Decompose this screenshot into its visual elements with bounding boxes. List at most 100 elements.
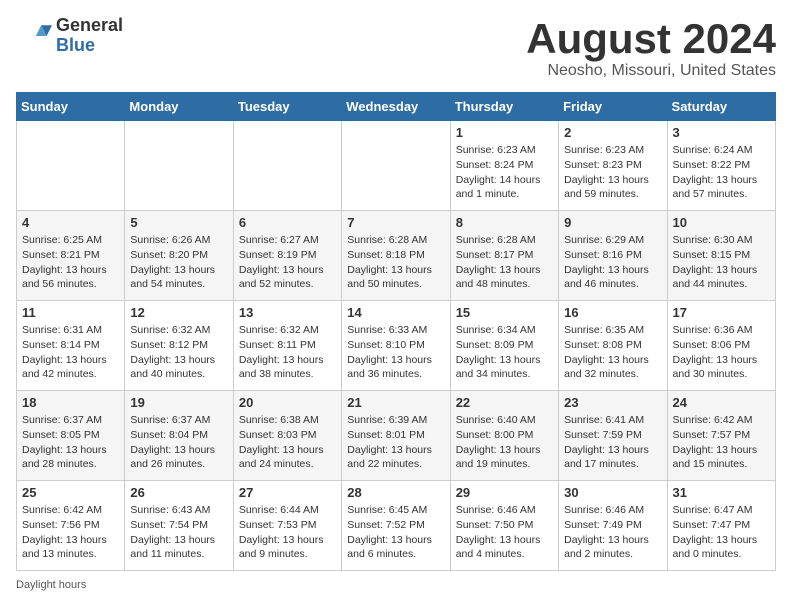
calendar-day-cell: 19 Sunrise: 6:37 AM Sunset: 8:04 PM Dayli… bbox=[125, 391, 233, 481]
calendar-header-cell: Monday bbox=[125, 93, 233, 121]
logo-blue-text: Blue bbox=[56, 36, 123, 56]
day-number: 8 bbox=[456, 215, 553, 230]
day-number: 2 bbox=[564, 125, 661, 140]
calendar-day-cell: 23 Sunrise: 6:41 AM Sunset: 7:59 PM Dayli… bbox=[559, 391, 667, 481]
day-info: Sunrise: 6:39 AM Sunset: 8:01 PM Dayligh… bbox=[347, 413, 444, 472]
day-number: 19 bbox=[130, 395, 227, 410]
day-number: 15 bbox=[456, 305, 553, 320]
day-info: Sunrise: 6:42 AM Sunset: 7:57 PM Dayligh… bbox=[673, 413, 770, 472]
day-info: Sunrise: 6:36 AM Sunset: 8:06 PM Dayligh… bbox=[673, 323, 770, 382]
day-number: 18 bbox=[22, 395, 119, 410]
calendar-day-cell: 30Sunrise: 6:46 AM Sunset: 7:49 PM Dayli… bbox=[559, 481, 667, 571]
day-info: Sunrise: 6:37 AM Sunset: 8:05 PM Dayligh… bbox=[22, 413, 119, 472]
day-info: Sunrise: 6:35 AM Sunset: 8:08 PM Dayligh… bbox=[564, 323, 661, 382]
calendar-week-row: 18 Sunrise: 6:37 AM Sunset: 8:05 PM Dayli… bbox=[17, 391, 776, 481]
calendar-table: SundayMondayTuesdayWednesdayThursdayFrid… bbox=[16, 92, 776, 571]
day-info: Sunrise: 6:25 AM Sunset: 8:21 PM Dayligh… bbox=[22, 233, 119, 292]
day-number: 9 bbox=[564, 215, 661, 230]
calendar-day-cell: 21Sunrise: 6:39 AM Sunset: 8:01 PM Dayli… bbox=[342, 391, 450, 481]
logo: General Blue bbox=[16, 16, 123, 56]
day-info: Sunrise: 6:24 AM Sunset: 8:22 PM Dayligh… bbox=[673, 143, 770, 202]
day-number: 12 bbox=[130, 305, 227, 320]
day-info: Sunrise: 6:23 AM Sunset: 8:24 PM Dayligh… bbox=[456, 143, 553, 202]
day-number: 4 bbox=[22, 215, 119, 230]
day-info: Sunrise: 6:29 AM Sunset: 8:16 PM Dayligh… bbox=[564, 233, 661, 292]
calendar-header-cell: Saturday bbox=[667, 93, 775, 121]
calendar-day-cell: 24 Sunrise: 6:42 AM Sunset: 7:57 PM Dayli… bbox=[667, 391, 775, 481]
day-info: Sunrise: 6:32 AM Sunset: 8:11 PM Dayligh… bbox=[239, 323, 336, 382]
calendar-day-cell: 2 Sunrise: 6:23 AM Sunset: 8:23 PM Daylig… bbox=[559, 121, 667, 211]
day-number: 28 bbox=[347, 485, 444, 500]
calendar-day-cell: 10Sunrise: 6:30 AM Sunset: 8:15 PM Dayli… bbox=[667, 211, 775, 301]
calendar-day-cell: 11Sunrise: 6:31 AM Sunset: 8:14 PM Dayli… bbox=[17, 301, 125, 391]
day-number: 6 bbox=[239, 215, 336, 230]
day-info: Sunrise: 6:23 AM Sunset: 8:23 PM Dayligh… bbox=[564, 143, 661, 202]
day-info: Sunrise: 6:46 AM Sunset: 7:49 PM Dayligh… bbox=[564, 503, 661, 562]
calendar-day-cell: 9 Sunrise: 6:29 AM Sunset: 8:16 PM Daylig… bbox=[559, 211, 667, 301]
day-number: 27 bbox=[239, 485, 336, 500]
calendar-day-cell: 4 Sunrise: 6:25 AM Sunset: 8:21 PM Daylig… bbox=[17, 211, 125, 301]
calendar-day-cell: 22 Sunrise: 6:40 AM Sunset: 8:00 PM Dayli… bbox=[450, 391, 558, 481]
day-info: Sunrise: 6:32 AM Sunset: 8:12 PM Dayligh… bbox=[130, 323, 227, 382]
logo-general-text: General bbox=[56, 16, 123, 36]
day-info: Sunrise: 6:41 AM Sunset: 7:59 PM Dayligh… bbox=[564, 413, 661, 472]
logo-text: General Blue bbox=[56, 16, 123, 56]
calendar-day-cell: 18 Sunrise: 6:37 AM Sunset: 8:05 PM Dayli… bbox=[17, 391, 125, 481]
calendar-day-cell: 29 Sunrise: 6:46 AM Sunset: 7:50 PM Dayli… bbox=[450, 481, 558, 571]
calendar-header-cell: Friday bbox=[559, 93, 667, 121]
header: General Blue August 2024 Neosho, Missour… bbox=[16, 16, 776, 80]
calendar-day-cell: 26Sunrise: 6:43 AM Sunset: 7:54 PM Dayli… bbox=[125, 481, 233, 571]
logo-icon bbox=[16, 18, 52, 54]
calendar-day-cell: 31Sunrise: 6:47 AM Sunset: 7:47 PM Dayli… bbox=[667, 481, 775, 571]
day-number: 7 bbox=[347, 215, 444, 230]
calendar-week-row: 1 Sunrise: 6:23 AM Sunset: 8:24 PM Daylig… bbox=[17, 121, 776, 211]
calendar-week-row: 4 Sunrise: 6:25 AM Sunset: 8:21 PM Daylig… bbox=[17, 211, 776, 301]
calendar-week-row: 11Sunrise: 6:31 AM Sunset: 8:14 PM Dayli… bbox=[17, 301, 776, 391]
calendar-day-cell: 6 Sunrise: 6:27 AM Sunset: 8:19 PM Daylig… bbox=[233, 211, 341, 301]
day-number: 22 bbox=[456, 395, 553, 410]
calendar-header-cell: Wednesday bbox=[342, 93, 450, 121]
calendar-day-cell: 5 Sunrise: 6:26 AM Sunset: 8:20 PM Daylig… bbox=[125, 211, 233, 301]
calendar-day-cell: 13Sunrise: 6:32 AM Sunset: 8:11 PM Dayli… bbox=[233, 301, 341, 391]
calendar-header-cell: Sunday bbox=[17, 93, 125, 121]
day-info: Sunrise: 6:30 AM Sunset: 8:15 PM Dayligh… bbox=[673, 233, 770, 292]
calendar-day-cell: 12 Sunrise: 6:32 AM Sunset: 8:12 PM Dayli… bbox=[125, 301, 233, 391]
calendar-subtitle: Neosho, Missouri, United States bbox=[526, 62, 776, 80]
calendar-day-cell bbox=[233, 121, 341, 211]
day-info: Sunrise: 6:34 AM Sunset: 8:09 PM Dayligh… bbox=[456, 323, 553, 382]
calendar-week-row: 25 Sunrise: 6:42 AM Sunset: 7:56 PM Dayli… bbox=[17, 481, 776, 571]
calendar-day-cell: 15 Sunrise: 6:34 AM Sunset: 8:09 PM Dayli… bbox=[450, 301, 558, 391]
day-number: 24 bbox=[673, 395, 770, 410]
day-info: Sunrise: 6:28 AM Sunset: 8:18 PM Dayligh… bbox=[347, 233, 444, 292]
day-number: 14 bbox=[347, 305, 444, 320]
calendar-title: August 2024 bbox=[526, 16, 776, 62]
calendar-day-cell: 28Sunrise: 6:45 AM Sunset: 7:52 PM Dayli… bbox=[342, 481, 450, 571]
calendar-day-cell: 8Sunrise: 6:28 AM Sunset: 8:17 PM Daylig… bbox=[450, 211, 558, 301]
calendar-day-cell: 7 Sunrise: 6:28 AM Sunset: 8:18 PM Daylig… bbox=[342, 211, 450, 301]
day-number: 1 bbox=[456, 125, 553, 140]
day-info: Sunrise: 6:40 AM Sunset: 8:00 PM Dayligh… bbox=[456, 413, 553, 472]
day-number: 3 bbox=[673, 125, 770, 140]
day-info: Sunrise: 6:27 AM Sunset: 8:19 PM Dayligh… bbox=[239, 233, 336, 292]
calendar-day-cell: 1 Sunrise: 6:23 AM Sunset: 8:24 PM Daylig… bbox=[450, 121, 558, 211]
day-info: Sunrise: 6:26 AM Sunset: 8:20 PM Dayligh… bbox=[130, 233, 227, 292]
day-info: Sunrise: 6:46 AM Sunset: 7:50 PM Dayligh… bbox=[456, 503, 553, 562]
footer-note: Daylight hours bbox=[16, 579, 776, 591]
calendar-day-cell: 16 Sunrise: 6:35 AM Sunset: 8:08 PM Dayli… bbox=[559, 301, 667, 391]
day-number: 25 bbox=[22, 485, 119, 500]
day-number: 5 bbox=[130, 215, 227, 230]
calendar-header-cell: Thursday bbox=[450, 93, 558, 121]
calendar-day-cell: 27Sunrise: 6:44 AM Sunset: 7:53 PM Dayli… bbox=[233, 481, 341, 571]
title-section: August 2024 Neosho, Missouri, United Sta… bbox=[526, 16, 776, 80]
day-info: Sunrise: 6:37 AM Sunset: 8:04 PM Dayligh… bbox=[130, 413, 227, 472]
calendar-day-cell bbox=[17, 121, 125, 211]
day-number: 23 bbox=[564, 395, 661, 410]
day-info: Sunrise: 6:42 AM Sunset: 7:56 PM Dayligh… bbox=[22, 503, 119, 562]
day-number: 16 bbox=[564, 305, 661, 320]
day-number: 11 bbox=[22, 305, 119, 320]
calendar-header-cell: Tuesday bbox=[233, 93, 341, 121]
day-number: 31 bbox=[673, 485, 770, 500]
calendar-day-cell: 14Sunrise: 6:33 AM Sunset: 8:10 PM Dayli… bbox=[342, 301, 450, 391]
day-number: 29 bbox=[456, 485, 553, 500]
calendar-day-cell: 3 Sunrise: 6:24 AM Sunset: 8:22 PM Daylig… bbox=[667, 121, 775, 211]
